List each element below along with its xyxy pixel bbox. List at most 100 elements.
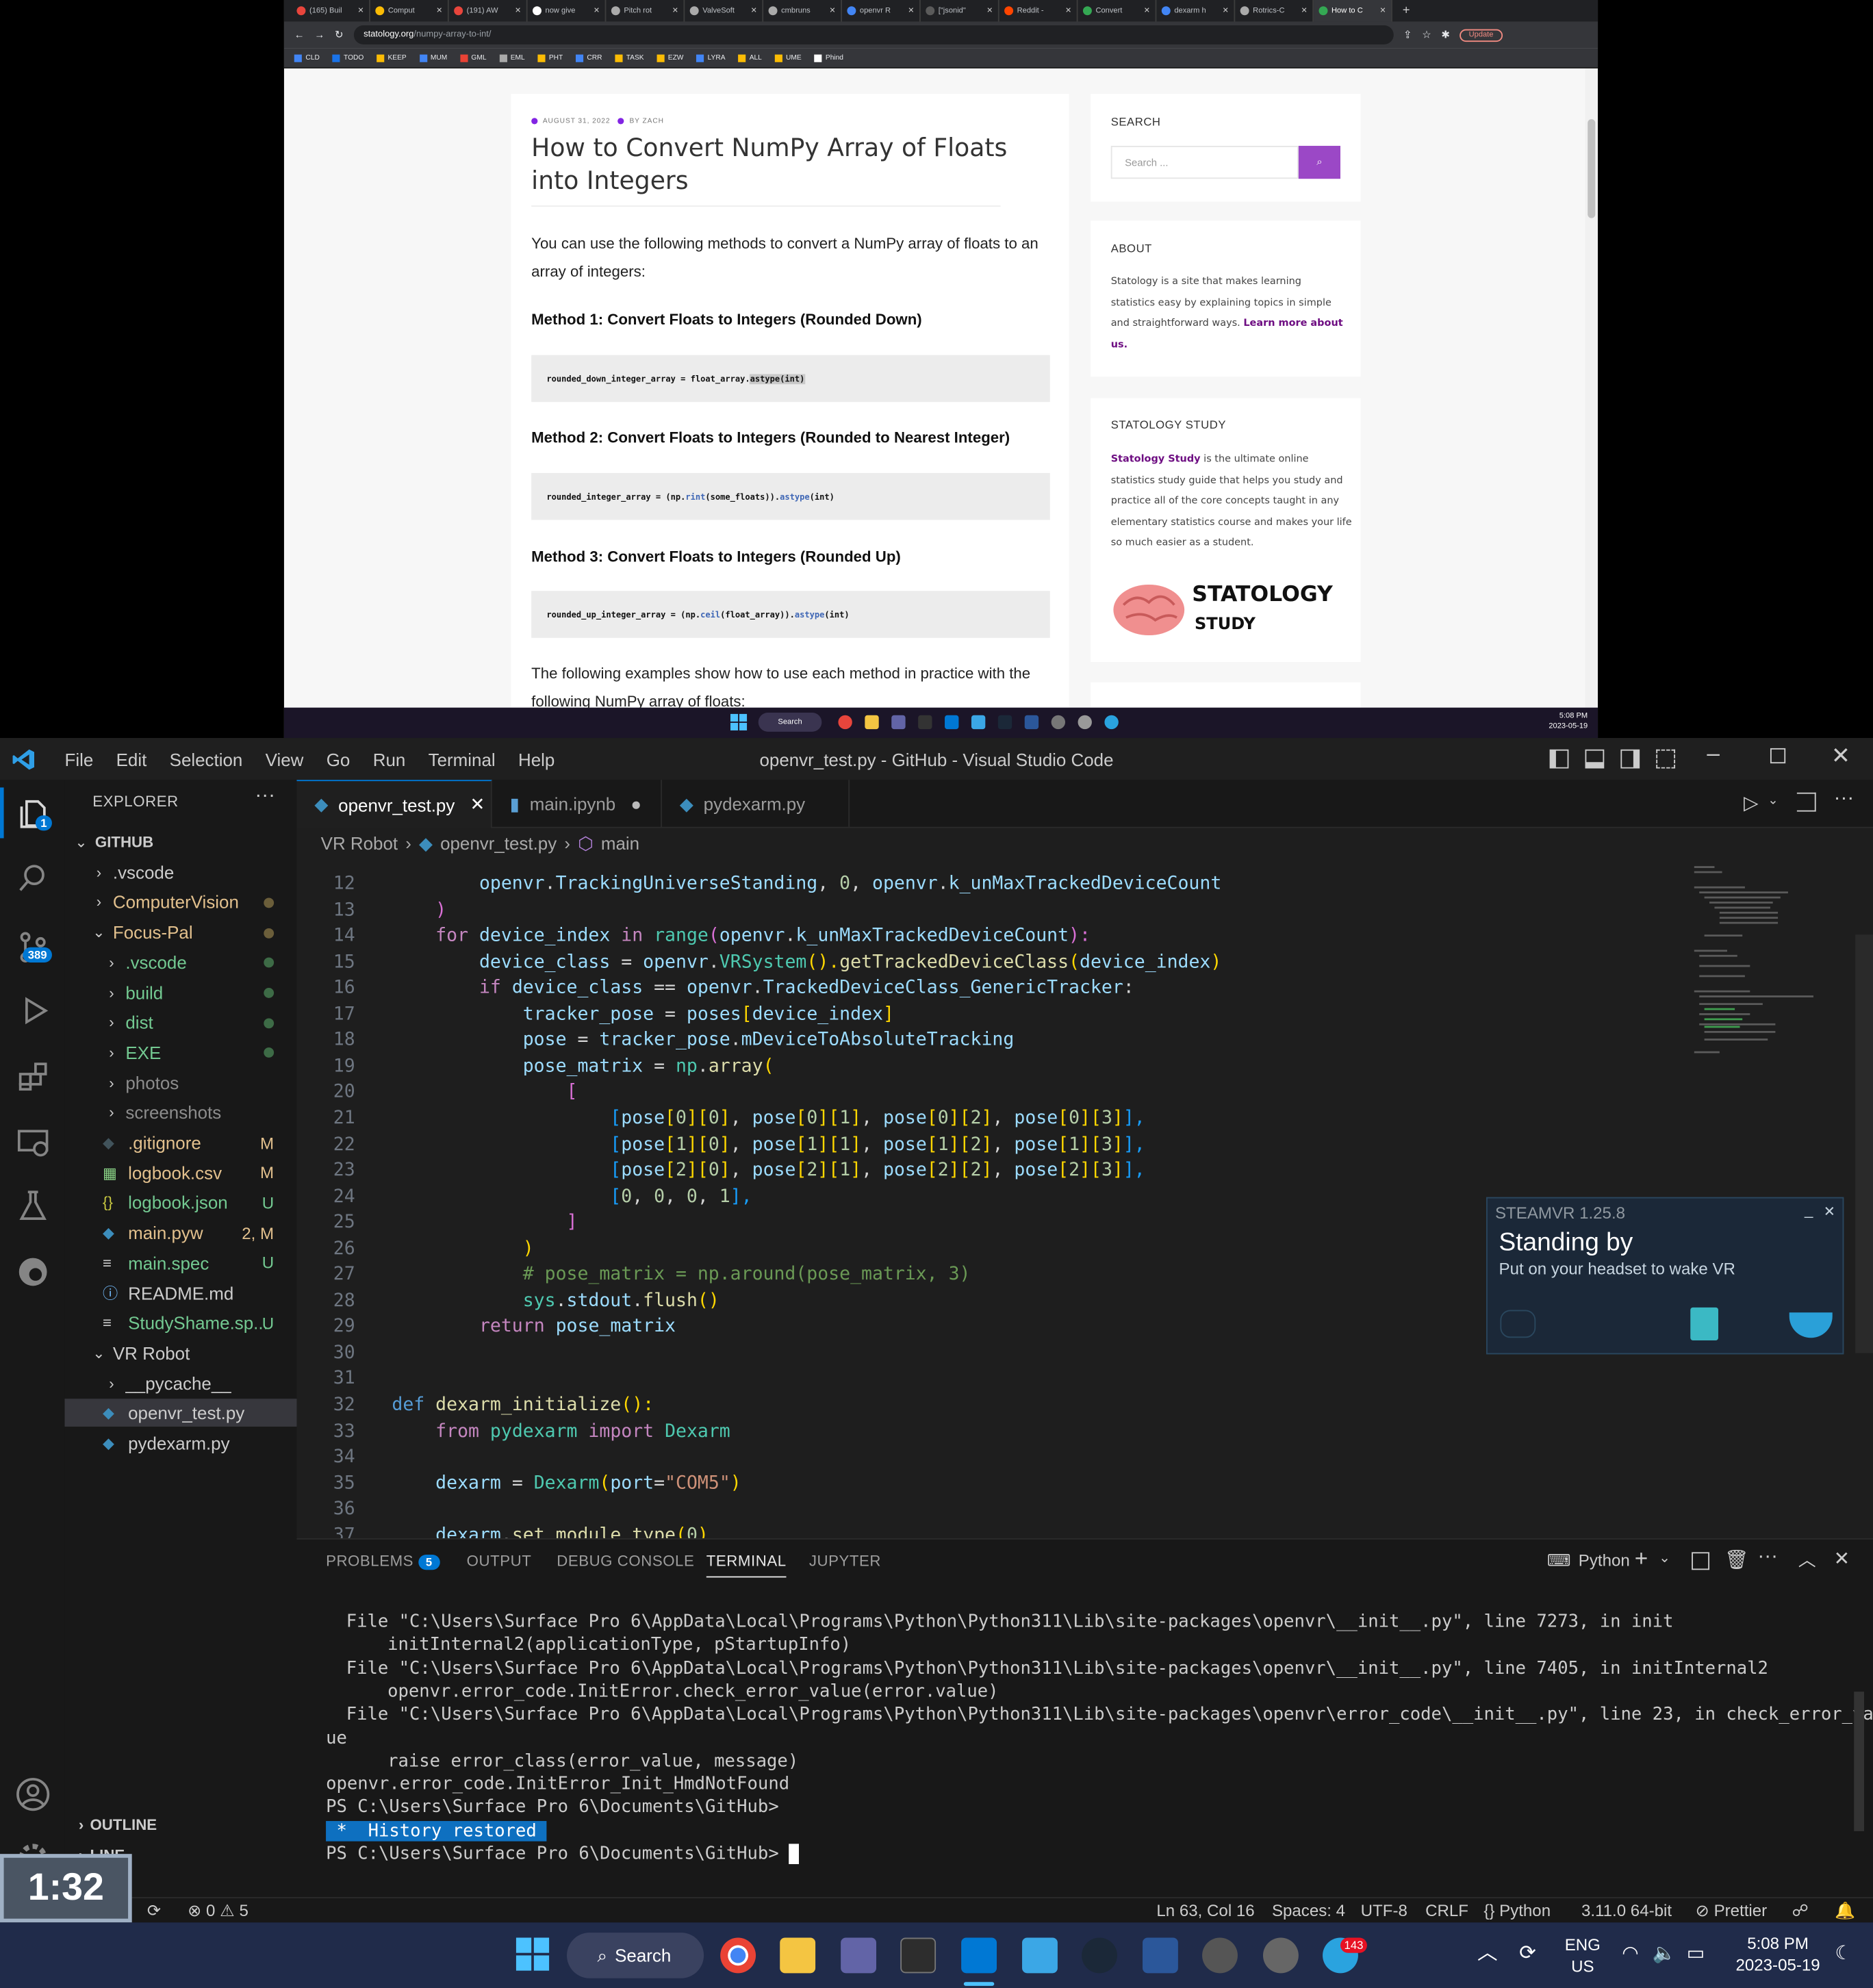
browser-tab[interactable]: (165) Buil ✕ [292,0,370,22]
tree-file-studyshame[interactable]: ≡ StudyShame.sp... U [64,1309,296,1337]
folder-icon[interactable] [865,715,879,730]
close-panel-icon[interactable]: ✕ [1834,1547,1850,1570]
interpreter[interactable]: 3.11.0 64-bit [1581,1901,1672,1920]
kill-terminal-icon[interactable]: 🗑 [1724,1549,1748,1571]
telegram-icon[interactable] [1104,715,1119,730]
bookmark-item[interactable]: MUM [419,53,447,62]
minimize-icon[interactable]: – [1707,741,1720,767]
tab-terminal[interactable]: TERMINAL [706,1552,787,1578]
close-window-icon[interactable]: ✕ [1831,743,1850,770]
bookmark-item[interactable]: CLD [294,53,320,62]
split-editor-icon[interactable] [1796,792,1816,812]
terminal-dropdown-icon[interactable]: ⌄ [1659,1550,1670,1566]
bookmark-item[interactable]: KEEP [376,53,407,62]
menu-go[interactable]: Go [315,749,361,769]
close-tab-icon[interactable]: ✕ [470,794,485,815]
menu-terminal[interactable]: Terminal [417,749,507,769]
tree-file-readme[interactable]: ⓘ README.md [64,1279,296,1307]
input-language[interactable]: ENG US [1564,1934,1602,1977]
tree-file-main-pyw[interactable]: ◆ main.pyw 2, M [64,1219,296,1247]
word-icon[interactable] [1024,715,1039,730]
statology-study-link[interactable]: Statology Study [1111,453,1201,464]
close-tab-icon[interactable]: ✕ [672,6,678,15]
bookmark-item[interactable]: CRR [575,53,602,62]
wifi-icon[interactable]: ◠ [1622,1943,1638,1964]
tree-file-openvr-test[interactable]: ◆ openvr_test.py [64,1399,297,1427]
tree-folder-pycache[interactable]: › __pycache__ [64,1369,296,1397]
tree-folder-dist[interactable]: › dist [64,1008,296,1036]
bookmark-item[interactable]: PHT [537,53,563,62]
tab-pydexarm[interactable]: ◆ pydexarm.py [662,780,850,828]
teams-icon[interactable] [841,1937,877,1974]
menu-help[interactable]: Help [507,749,566,769]
notification-center-icon[interactable]: ☾ [1835,1943,1852,1964]
bookmark-item[interactable]: LYRA [696,53,726,62]
close-tab-icon[interactable]: ✕ [1144,6,1150,15]
browser-tab[interactable]: Reddit - ✕ [999,0,1078,22]
browser-tab[interactable]: dexarm h ✕ [1156,0,1236,22]
tree-file-main-spec[interactable]: ≡ main.spec U [64,1249,296,1277]
browser-tab[interactable]: ["jsonid" ✕ [921,0,999,22]
cursor-position[interactable]: Ln 63, Col 16 [1156,1901,1254,1920]
prettier[interactable]: ⊘ Prettier [1696,1901,1768,1922]
tab-openvr-test[interactable]: ◆ openvr_test.py ✕ [296,780,492,828]
browser-tab[interactable]: now give ✕ [528,0,607,22]
tree-folder-screenshots[interactable]: › screenshots [64,1099,296,1127]
edge-icon[interactable] [15,1254,51,1290]
tree-folder-vr-robot[interactable]: ⌄ VR Robot [64,1339,296,1367]
close-tab-icon[interactable]: ✕ [1379,6,1386,15]
sync-tray-icon[interactable]: ⟳ [1519,1943,1536,1964]
bookmark-item[interactable]: GML [459,53,487,62]
testing-icon[interactable] [15,1188,51,1224]
statology-study-logo[interactable]: STATOLOGY STUDY [1111,580,1352,643]
menu-edit[interactable]: Edit [105,749,158,769]
new-terminal-icon[interactable]: + [1635,1546,1648,1572]
tab-main-ipynb[interactable]: ▮ main.ipynb ● [492,780,662,828]
encoding[interactable]: UTF-8 [1361,1901,1407,1920]
scroll-thumb[interactable] [1588,119,1596,218]
bookmark-item[interactable]: ALL [738,53,762,62]
terminal-icon[interactable] [900,1937,936,1974]
steamvr-minimize-icon[interactable]: _ [1805,1201,1813,1219]
browser-tab[interactable]: How to C ✕ [1314,0,1392,22]
vscode-icon[interactable] [945,715,959,730]
browser-tab[interactable]: Convert ✕ [1078,0,1157,22]
bookmark-item[interactable]: UME [774,53,802,62]
tree-file-logbook-csv[interactable]: ▦ logbook.csv M [64,1159,296,1187]
terminal-scrollbar[interactable] [1854,1692,1865,1831]
vr-icon[interactable] [1078,715,1092,730]
editor-more-icon[interactable]: ··· [1834,787,1855,810]
settings-icon[interactable] [1051,715,1066,730]
close-tab-icon[interactable]: ✕ [908,6,914,15]
taskbar-search[interactable]: ⌕ Search [567,1933,704,1978]
tree-file-gitignore[interactable]: ◆ .gitignore M [64,1129,296,1157]
tree-folder-focus-pal[interactable]: ⌄ Focus-Pal [64,918,296,946]
tab-jupyter[interactable]: JUPYTER [809,1552,881,1570]
update-button[interactable]: Update [1460,28,1503,42]
bookmark-item[interactable]: EML [499,53,525,62]
tree-folder-focus-vscode[interactable]: › .vscode [64,948,296,976]
bookmark-item[interactable]: Phind [814,53,843,62]
close-tab-icon[interactable]: ✕ [515,6,521,15]
menu-file[interactable]: File [53,749,105,769]
outline-section[interactable]: › OUTLINE [64,1811,296,1839]
close-tab-icon[interactable]: ✕ [357,6,364,15]
close-tab-icon[interactable]: ✕ [1065,6,1071,15]
notepad-icon[interactable] [1022,1937,1058,1974]
notifications-icon[interactable]: 🔔 [1835,1901,1855,1922]
editor-scrollbar[interactable] [1855,858,1873,1538]
reload-icon[interactable]: ↻ [335,29,343,41]
notepad-icon[interactable] [971,715,986,730]
close-tab-icon[interactable]: ✕ [436,6,442,15]
tree-folder-build[interactable]: › build [64,978,296,1006]
tab-output[interactable]: OUTPUT [467,1552,532,1570]
search-input[interactable]: Search ... [1110,146,1299,179]
word-icon[interactable] [1143,1937,1178,1974]
tree-folder-vscode[interactable]: › .vscode [64,858,296,886]
chrome-icon[interactable] [720,1937,756,1974]
star-icon[interactable]: ☆ [1422,29,1431,41]
extensions-icon[interactable] [15,1059,51,1095]
tree-folder-photos[interactable]: › photos [64,1069,296,1097]
run-dropdown-icon[interactable]: ⌄ [1768,794,1779,808]
teams-icon[interactable] [891,715,906,730]
